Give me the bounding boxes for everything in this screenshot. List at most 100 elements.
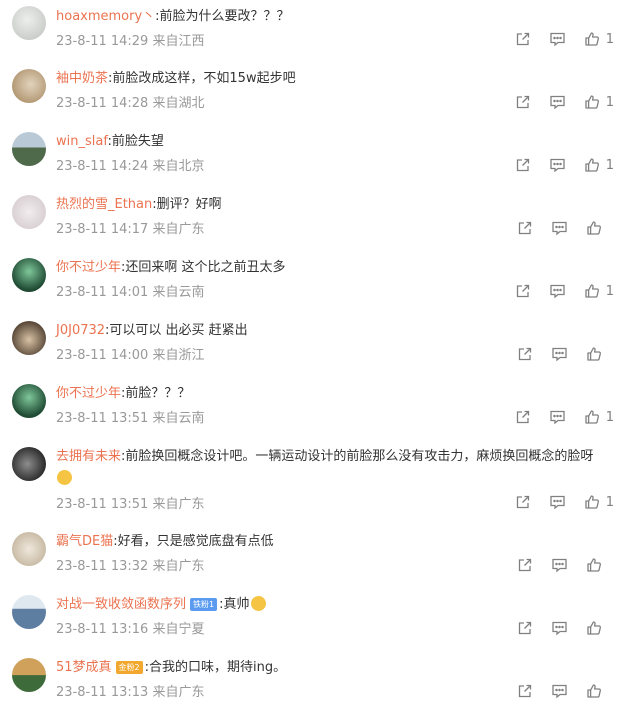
comment-username[interactable]: 51梦成真 [56,660,112,675]
fan-badge[interactable]: 铁粉1 [190,598,218,611]
fan-badge[interactable]: 金粉2 [115,661,143,674]
comment-item: 你不过少年:前脸？？？ 23-8-11 13:51 来自云南 1 [0,378,626,441]
comment-icon [550,95,565,110]
share-button[interactable] [515,94,531,110]
like-count: 1 [605,157,614,173]
like-button[interactable]: 1 [584,94,614,110]
avatar[interactable] [12,384,46,418]
comment-icon [550,495,565,510]
avatar[interactable] [12,447,46,481]
share-button[interactable] [515,157,531,173]
share-icon [516,495,529,509]
comment-button[interactable] [549,94,566,110]
comment-button[interactable] [549,494,566,510]
share-button[interactable] [517,557,533,573]
avatar[interactable] [12,658,46,692]
like-count: 1 [605,31,614,47]
comment-text: :删评？好啊 [152,197,222,212]
avatar[interactable] [12,532,46,566]
share-icon [518,684,532,698]
like-button[interactable] [586,620,614,636]
comment-item: 袖中奶茶:前脸改成这样，不如15w起步吧 23-8-11 14:28 来自湖北 … [0,63,626,126]
comment-timestamp: 23-8-11 13:13 [56,685,149,700]
comment-button[interactable] [549,409,566,425]
comment-item: 热烈的雪_Ethan:删评？好啊 23-8-11 14:17 来自广东 [0,189,626,252]
comment-username[interactable]: 你不过少年 [56,260,121,275]
like-button[interactable]: 1 [584,494,614,510]
comment-button[interactable] [551,557,568,573]
comment-button[interactable] [549,283,566,299]
like-button[interactable]: 1 [584,409,614,425]
comment-meta: 23-8-11 13:51 来自云南 [56,407,205,426]
like-icon [587,558,601,572]
comment-item: J0J0732:可以可以 出必买 赶紧出 23-8-11 14:00 来自浙江 [0,315,626,378]
comment-button[interactable] [551,220,568,236]
comment-item: hoaxmemory丶:前脸为什么要改？？？ 23-8-11 14:29 来自江… [0,0,626,63]
like-button[interactable]: 1 [584,31,614,47]
comment-meta: 23-8-11 14:17 来自广东 [56,218,205,237]
share-icon [516,284,529,298]
avatar[interactable] [12,321,46,355]
share-button[interactable] [517,346,533,362]
share-button[interactable] [517,683,533,699]
like-button[interactable] [586,683,614,699]
comment-icon [550,410,565,425]
share-button[interactable] [515,494,531,510]
like-icon [587,684,601,698]
comment-username[interactable]: J0J0732 [56,323,105,338]
comment-meta: 23-8-11 13:13 来自广东 [56,681,205,700]
comment-button[interactable] [549,157,566,173]
like-icon [585,495,599,509]
like-button[interactable]: 1 [584,157,614,173]
comment-username[interactable]: 霸气DE猫 [56,534,113,549]
comment-username[interactable]: 去拥有未来 [56,449,121,464]
comment-location: 来自江西 [152,34,205,49]
comment-button[interactable] [549,31,566,47]
comment-timestamp: 23-8-11 14:17 [56,222,149,237]
like-button[interactable] [586,220,614,236]
avatar[interactable] [12,132,46,166]
share-icon [518,621,532,635]
share-button[interactable] [517,220,533,236]
comment-button[interactable] [551,683,568,699]
comment-username[interactable]: win_slaf [56,134,107,149]
share-button[interactable] [515,31,531,47]
like-button[interactable]: 1 [584,283,614,299]
comment-meta: 23-8-11 14:00 来自浙江 [56,344,205,363]
like-button[interactable] [586,557,614,573]
comment-location: 来自宁夏 [152,622,205,637]
avatar[interactable] [12,69,46,103]
comment-location: 来自北京 [152,159,205,174]
like-button[interactable] [586,346,614,362]
comment-username[interactable]: 袖中奶茶 [56,71,108,86]
avatar[interactable] [12,258,46,292]
comment-timestamp: 23-8-11 13:51 [56,411,149,426]
share-button[interactable] [517,620,533,636]
avatar[interactable] [12,195,46,229]
comment-meta: 23-8-11 14:29 来自江西 [56,30,205,49]
comment-item: 51梦成真 金粉2:合我的口味，期待ing。 23-8-11 13:13 来自广东 [0,652,626,706]
comment-icon [552,684,567,699]
comment-icon [550,32,565,47]
comment-button[interactable] [551,346,568,362]
comment-button[interactable] [551,620,568,636]
share-button[interactable] [515,409,531,425]
comment-username[interactable]: 热烈的雪_Ethan [56,197,152,212]
comment-text: :前脸改成这样，不如15w起步吧 [108,71,296,86]
avatar[interactable] [12,595,46,629]
comment-location: 来自云南 [152,285,205,300]
comment-icon [552,347,567,362]
comment-username[interactable]: hoaxmemory丶 [56,9,155,24]
share-icon [516,158,529,172]
comment-username[interactable]: 对战一致收敛函数序列 [56,597,186,612]
comment-meta: 23-8-11 13:16 来自宁夏 [56,618,205,637]
comment-actions [499,555,614,575]
comment-timestamp: 23-8-11 14:29 [56,34,149,49]
avatar[interactable] [12,6,46,40]
share-icon [518,558,532,572]
share-button[interactable] [515,283,531,299]
comment-text: :合我的口味，期待ing。 [144,660,287,675]
comment-icon [550,158,565,173]
comment-username[interactable]: 你不过少年 [56,386,121,401]
comment-text: :前脸失望 [107,134,164,149]
